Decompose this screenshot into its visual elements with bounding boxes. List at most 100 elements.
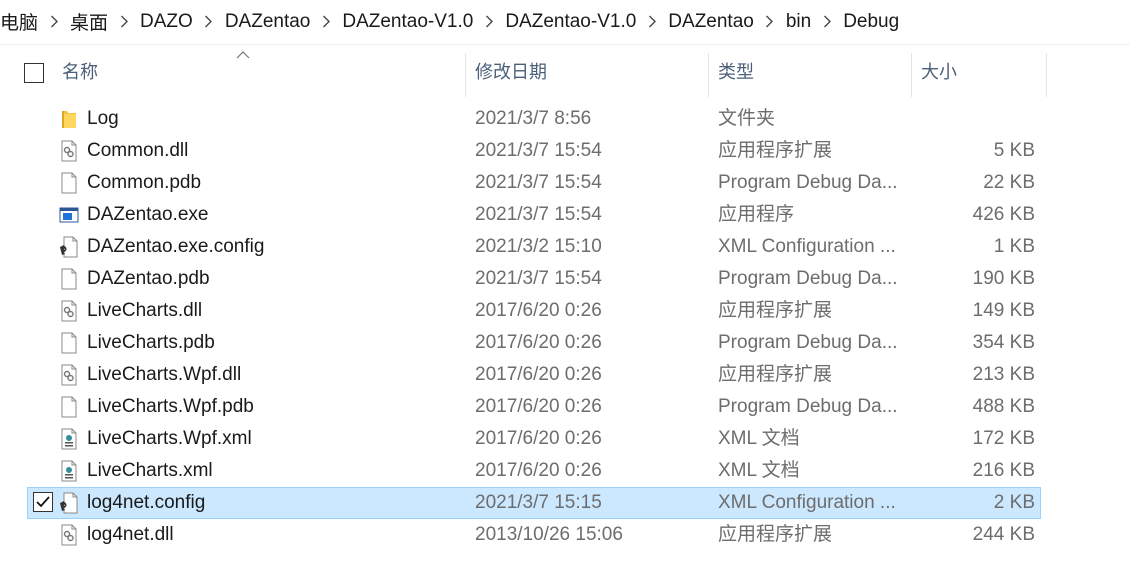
file-size: 244 KB (972, 524, 1035, 545)
column-divider[interactable] (1046, 53, 1047, 97)
blank-file-icon (59, 396, 79, 418)
file-date: 2021/3/7 15:54 (475, 204, 602, 225)
column-divider[interactable] (708, 53, 709, 97)
xml-file-icon (59, 460, 79, 482)
breadcrumb-item[interactable]: DAZO (136, 11, 197, 33)
file-date: 2021/3/7 15:15 (475, 492, 602, 513)
file-row[interactable]: Log 2021/3/7 8:56 文件夹 (0, 103, 1130, 135)
chevron-right-icon[interactable] (758, 15, 782, 28)
file-row[interactable]: Common.dll 2021/3/7 15:54 应用程序扩展 5 KB (0, 135, 1130, 167)
breadcrumb-item[interactable]: DAZentao (221, 11, 315, 33)
dll-file-icon (59, 364, 79, 386)
file-size: 149 KB (972, 300, 1035, 321)
file-name: LiveCharts.Wpf.xml (87, 428, 252, 449)
file-date: 2017/6/20 0:26 (475, 396, 602, 417)
file-row[interactable]: DAZentao.pdb 2021/3/7 15:54 Program Debug … (0, 263, 1130, 295)
file-type: Program Debug Da... (718, 332, 898, 353)
column-name-label: 名称 (62, 62, 98, 82)
file-date: 2021/3/7 15:54 (475, 140, 602, 161)
column-header-date[interactable]: 修改日期 (475, 45, 705, 97)
file-name: log4net.config (87, 492, 206, 513)
column-header-size[interactable]: 大小 (921, 45, 1041, 97)
breadcrumb-item[interactable]: bin (782, 11, 815, 33)
file-date: 2017/6/20 0:26 (475, 460, 602, 481)
blank-file-icon (59, 268, 79, 290)
file-name: DAZentao.pdb (87, 268, 210, 289)
file-row[interactable]: LiveCharts.pdb 2017/6/20 0:26 Program Debu… (0, 327, 1130, 359)
file-size: 2 KB (993, 492, 1035, 513)
file-name: Common.dll (87, 140, 189, 161)
column-header-name[interactable]: 名称 (62, 45, 462, 97)
breadcrumb-item[interactable]: DAZentao (664, 11, 758, 33)
file-row[interactable]: LiveCharts.Wpf.dll 2017/6/20 0:26 应用程序扩展 21… (0, 359, 1130, 391)
chevron-right-icon[interactable] (815, 15, 839, 28)
column-size-label: 大小 (921, 62, 957, 82)
chevron-right-icon[interactable] (197, 15, 221, 28)
file-row[interactable]: LiveCharts.Wpf.pdb 2017/6/20 0:26 Program … (0, 391, 1130, 423)
column-divider[interactable] (465, 53, 466, 97)
file-row[interactable]: log4net.dll 2013/10/26 15:06 应用程序扩展 244 KB (0, 519, 1130, 551)
xml-file-icon (59, 428, 79, 450)
column-date-label: 修改日期 (475, 62, 547, 82)
file-size: 426 KB (972, 204, 1035, 225)
row-checkbox[interactable] (33, 492, 53, 512)
file-size: 22 KB (983, 172, 1035, 193)
column-type-label: 类型 (718, 62, 754, 82)
column-header-type[interactable]: 类型 (718, 45, 908, 97)
file-date: 2021/3/7 15:54 (475, 172, 602, 193)
chevron-right-icon[interactable] (112, 15, 136, 28)
file-row[interactable]: LiveCharts.xml 2017/6/20 0:26 XML 文档 216 KB (0, 455, 1130, 487)
file-type: Program Debug Da... (718, 268, 898, 289)
file-row[interactable]: LiveCharts.Wpf.xml 2017/6/20 0:26 XML 文档 17… (0, 423, 1130, 455)
file-type: XML 文档 (718, 460, 800, 481)
file-row[interactable]: Common.pdb 2021/3/7 15:54 Program Debug Da… (0, 167, 1130, 199)
chevron-right-icon[interactable] (477, 15, 501, 28)
file-type: XML 文档 (718, 428, 800, 449)
column-header-bar: 名称 修改日期 类型 大小 (0, 45, 1130, 97)
file-size: 488 KB (972, 396, 1035, 417)
file-row[interactable]: DAZentao.exe 2021/3/7 15:54 应用程序 426 KB (0, 199, 1130, 231)
file-date: 2017/6/20 0:26 (475, 332, 602, 353)
file-name: Common.pdb (87, 172, 202, 193)
file-name: Log (87, 108, 119, 129)
file-row[interactable]: LiveCharts.dll 2017/6/20 0:26 应用程序扩展 149 KB (0, 295, 1130, 327)
file-type: 应用程序扩展 (718, 140, 833, 161)
folder-icon (59, 108, 79, 130)
file-name: LiveCharts.xml (87, 460, 213, 481)
breadcrumb-item[interactable]: DAZentao-V1.0 (501, 11, 640, 33)
select-all-checkbox[interactable] (24, 63, 44, 83)
file-type: 应用程序扩展 (718, 524, 833, 545)
config-file-icon (59, 492, 79, 514)
address-breadcrumb: 电脑 桌面 DAZO DAZentao DAZentao-V1.0 DAZentao-V1… (0, 0, 1130, 43)
file-type: Program Debug Da... (718, 172, 898, 193)
file-list: Log 2021/3/7 8:56 文件夹 Common.dll 2021/3/7 15… (0, 103, 1130, 551)
file-name: LiveCharts.Wpf.pdb (87, 396, 254, 417)
file-size: 354 KB (972, 332, 1035, 353)
file-size: 1 KB (993, 236, 1035, 257)
file-date: 2017/6/20 0:26 (475, 428, 602, 449)
breadcrumb-item[interactable]: 电脑 (0, 8, 42, 35)
breadcrumb-item[interactable]: DAZentao-V1.0 (338, 11, 477, 33)
dll-file-icon (59, 300, 79, 322)
breadcrumb-item[interactable]: 桌面 (66, 8, 112, 35)
file-row[interactable]: log4net.config 2021/3/7 15:15 XML Configur… (0, 487, 1130, 519)
chevron-right-icon[interactable] (314, 15, 338, 28)
file-type: 文件夹 (718, 108, 776, 129)
file-name: LiveCharts.pdb (87, 332, 215, 353)
column-divider[interactable] (911, 53, 912, 97)
file-date: 2021/3/7 15:54 (475, 268, 602, 289)
blank-file-icon (59, 172, 79, 194)
file-type: 应用程序扩展 (718, 300, 833, 321)
file-date: 2021/3/2 15:10 (475, 236, 602, 257)
file-date: 2013/10/26 15:06 (475, 524, 623, 545)
chevron-right-icon[interactable] (640, 15, 664, 28)
file-row[interactable]: DAZentao.exe.config 2021/3/2 15:10 XML Con… (0, 231, 1130, 263)
file-size: 216 KB (972, 460, 1035, 481)
exe-file-icon (59, 204, 79, 226)
file-date: 2017/6/20 0:26 (475, 300, 602, 321)
file-name: DAZentao.exe.config (87, 236, 265, 257)
breadcrumb-item[interactable]: Debug (839, 11, 903, 33)
file-type: 应用程序 (718, 204, 795, 225)
checkmark-icon (36, 496, 50, 508)
chevron-right-icon[interactable] (42, 15, 66, 28)
